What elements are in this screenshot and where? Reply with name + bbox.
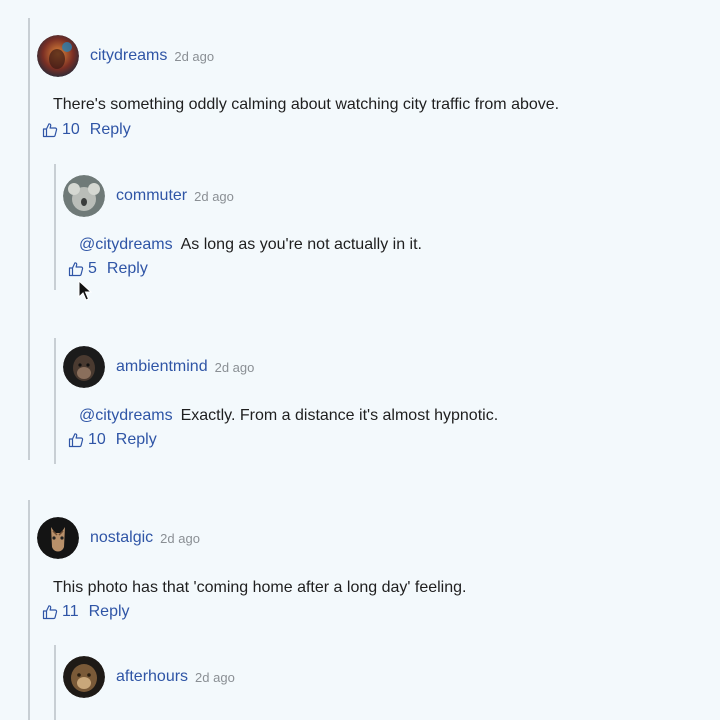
thumbs-up-icon[interactable] [68, 432, 84, 448]
reply-text: As long as you're not actually in it. [180, 236, 422, 253]
comment-text: @citydreams Exactly. From a distance it's… [79, 408, 498, 424]
comment-actions: 11 Reply [42, 604, 130, 620]
comment-header: citydreams 2d ago [37, 35, 214, 77]
avatar[interactable] [37, 517, 79, 559]
thumbs-up-icon[interactable] [42, 604, 58, 620]
comment-text: @citydreams As long as you're not actuall… [79, 237, 422, 253]
thread-line-reply-2 [54, 338, 56, 464]
like-count: 5 [88, 260, 97, 277]
comment-actions: 10 Reply [68, 432, 157, 448]
mouse-pointer-icon [78, 280, 92, 301]
comment-actions: 5 Reply [68, 261, 148, 277]
avatar[interactable] [63, 656, 105, 698]
reply-button[interactable]: Reply [89, 604, 130, 620]
comment-text: This photo has that 'coming home after a… [53, 579, 467, 596]
username[interactable]: afterhours [116, 669, 188, 685]
like-count: 10 [88, 431, 106, 448]
avatar[interactable] [63, 346, 105, 388]
comment-header: nostalgic 2d ago [37, 517, 200, 559]
thumbs-up-icon[interactable] [68, 261, 84, 277]
timestamp: 2d ago [195, 669, 235, 685]
timestamp: 2d ago [214, 359, 255, 375]
username[interactable]: nostalgic [90, 530, 153, 546]
thumbs-up-icon[interactable] [42, 122, 58, 138]
like-count: 11 [62, 603, 79, 620]
avatar[interactable] [37, 35, 79, 77]
comment-header: afterhours 2d ago [63, 656, 235, 698]
like-count: 10 [62, 121, 80, 138]
username[interactable]: ambientmind [116, 359, 208, 375]
reply-button[interactable]: Reply [116, 432, 157, 448]
thread-line-reply-1 [54, 164, 56, 290]
comment-header: commuter 2d ago [63, 175, 234, 217]
comment-header: ambientmind 2d ago [63, 346, 254, 388]
comment-text: There's something oddly calming about wa… [53, 96, 560, 113]
reply-button[interactable]: Reply [90, 122, 131, 138]
comment-actions: 10 Reply [42, 122, 131, 138]
avatar[interactable] [63, 175, 105, 217]
reply-text: Exactly. From a distance it's almost hyp… [180, 407, 499, 424]
timestamp: 2d ago [194, 188, 234, 204]
mention-link[interactable]: @citydreams [79, 407, 173, 424]
thread-line-outer-2 [28, 500, 30, 720]
timestamp: 2d ago [160, 530, 200, 546]
thread-line-outer-1 [28, 18, 30, 460]
timestamp: 2d ago [174, 48, 215, 64]
reply-button[interactable]: Reply [107, 261, 148, 277]
thread-line-reply-3 [54, 645, 56, 720]
username[interactable]: commuter [116, 188, 187, 204]
username[interactable]: citydreams [90, 48, 167, 64]
mention-link[interactable]: @citydreams [79, 236, 173, 253]
